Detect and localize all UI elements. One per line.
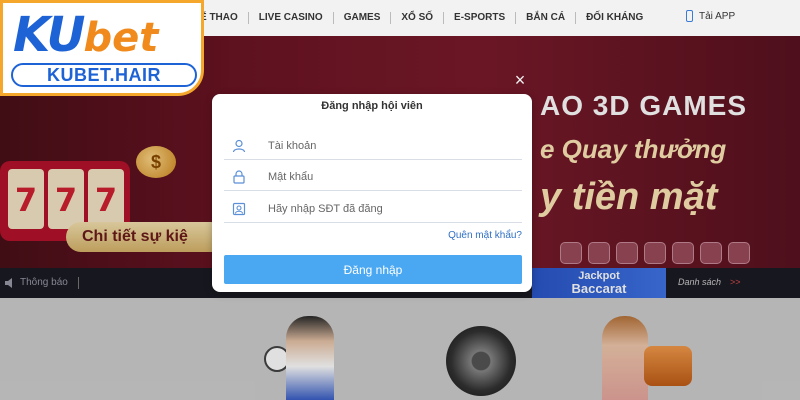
password-field [224,163,522,191]
nav-item-games[interactable]: GAMES [332,12,391,24]
logo-mark-bet: bet [83,15,159,61]
site-logo[interactable]: KUbet KUBET.HAIR [0,0,204,96]
username-field [224,132,522,160]
logo-mark-k: K [13,7,49,63]
download-app-label: Tải APP [699,10,736,22]
download-app-link[interactable]: Tải APP [686,10,735,22]
nav-item-xo-so[interactable]: XỔ SỐ [390,12,443,24]
username-input[interactable] [268,136,508,156]
logo-domain: KUBET.HAIR [11,63,197,87]
modal-title: Đăng nhập hội viên [321,100,423,112]
nav-item-live-casino[interactable]: LIVE CASINO [247,12,333,24]
close-icon[interactable]: × [510,70,530,90]
nav-item-e-sports[interactable]: E-SPORTS [443,12,515,24]
nav-item-ban-ca[interactable]: BẮN CÁ [515,12,575,24]
user-icon [232,139,246,153]
logo-mark: KUbet [13,9,158,64]
nav-menu: Ể THAO LIVE CASINO GAMES XỔ SỐ E-SPORTS … [190,0,653,36]
login-modal: Đăng nhập hội viên Quên mật khẩu? Đăng n… [212,94,532,292]
forgot-password-link[interactable]: Quên mật khẩu? [434,230,522,241]
phone-field [224,195,522,223]
logo-mark-u: U [46,7,85,63]
login-button[interactable]: Đăng nhập [224,255,522,284]
id-card-icon [232,202,246,216]
phone-icon [686,10,693,22]
password-input[interactable] [268,167,508,187]
lock-icon [233,170,245,184]
phone-input[interactable] [268,199,508,219]
nav-item-doi-khang[interactable]: ĐỐI KHÁNG [575,12,653,24]
